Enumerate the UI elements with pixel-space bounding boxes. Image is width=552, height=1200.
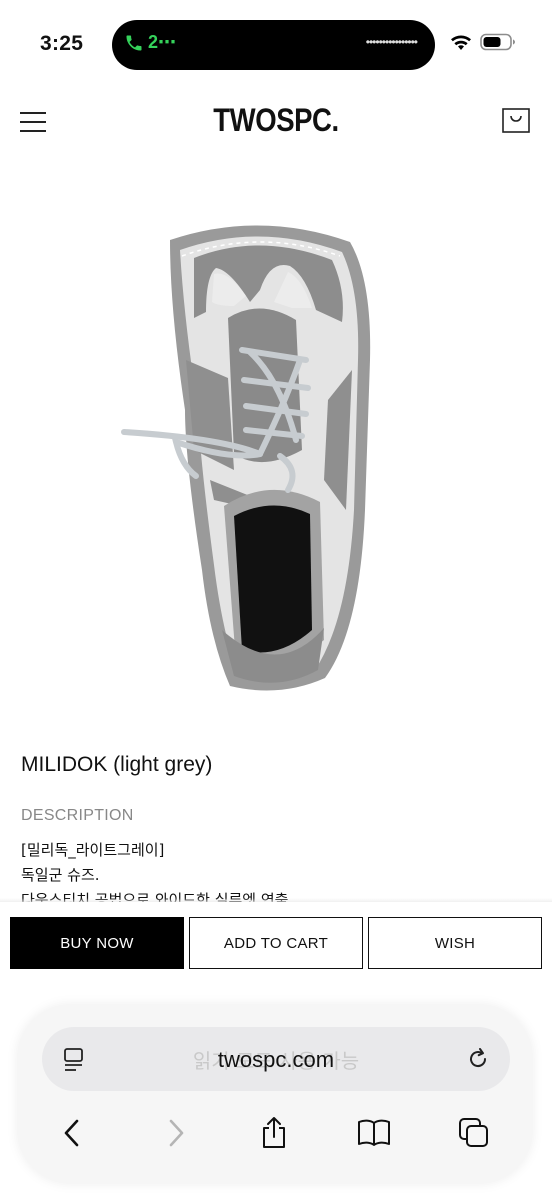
forward-chevron-icon[interactable]	[158, 1115, 194, 1151]
wish-button[interactable]: WISH	[368, 917, 542, 969]
back-chevron-icon[interactable]	[54, 1115, 90, 1151]
brand-logo[interactable]: TWOSPC.	[39, 102, 514, 139]
add-to-cart-button[interactable]: ADD TO CART	[189, 917, 363, 969]
phone-icon	[126, 35, 142, 50]
browser-toolbar-panel: 읽기 모드 사용 가능 twospc.com	[18, 1005, 532, 1183]
site-header: TWOSPC.	[0, 96, 552, 152]
battery-icon	[480, 33, 515, 51]
product-title: MILIDOK (light grey)	[21, 753, 213, 776]
call-label: 2⋯	[148, 32, 177, 52]
wifi-icon	[451, 35, 471, 50]
reload-icon[interactable]	[466, 1047, 490, 1071]
audio-waveform-icon: ••••••••••••••••	[365, 35, 418, 49]
status-bar: 3:25 2⋯ ••••••••••••••••	[0, 0, 552, 90]
url-text[interactable]: twospc.com	[42, 1047, 510, 1073]
browser-nav-toolbar	[18, 1109, 532, 1153]
description-line: 독일군 슈즈.	[21, 866, 100, 884]
status-icons	[450, 33, 516, 51]
dynamic-island[interactable]: 2⋯ ••••••••••••••••	[112, 20, 435, 70]
share-icon[interactable]	[256, 1115, 292, 1151]
purchase-action-bar: BUY NOW ADD TO CART WISH	[0, 902, 552, 998]
address-bar[interactable]: 읽기 모드 사용 가능 twospc.com	[42, 1027, 510, 1091]
buy-now-button[interactable]: BUY NOW	[10, 917, 184, 969]
active-call-indicator[interactable]: 2⋯	[124, 32, 176, 53]
status-time: 3:25	[40, 32, 84, 55]
description-heading: DESCRIPTION	[21, 807, 134, 824]
description-text: [밀리독_라이트그레이] 독일군 슈즈. 다운스티치 공법으로 와이드한 실루엣…	[21, 838, 541, 902]
shopping-bag-icon[interactable]	[502, 108, 530, 133]
bookmarks-book-icon[interactable]	[356, 1115, 392, 1151]
product-image[interactable]	[110, 210, 400, 700]
description-line: [밀리독_라이트그레이]	[21, 841, 165, 859]
tabs-icon[interactable]	[456, 1115, 492, 1151]
